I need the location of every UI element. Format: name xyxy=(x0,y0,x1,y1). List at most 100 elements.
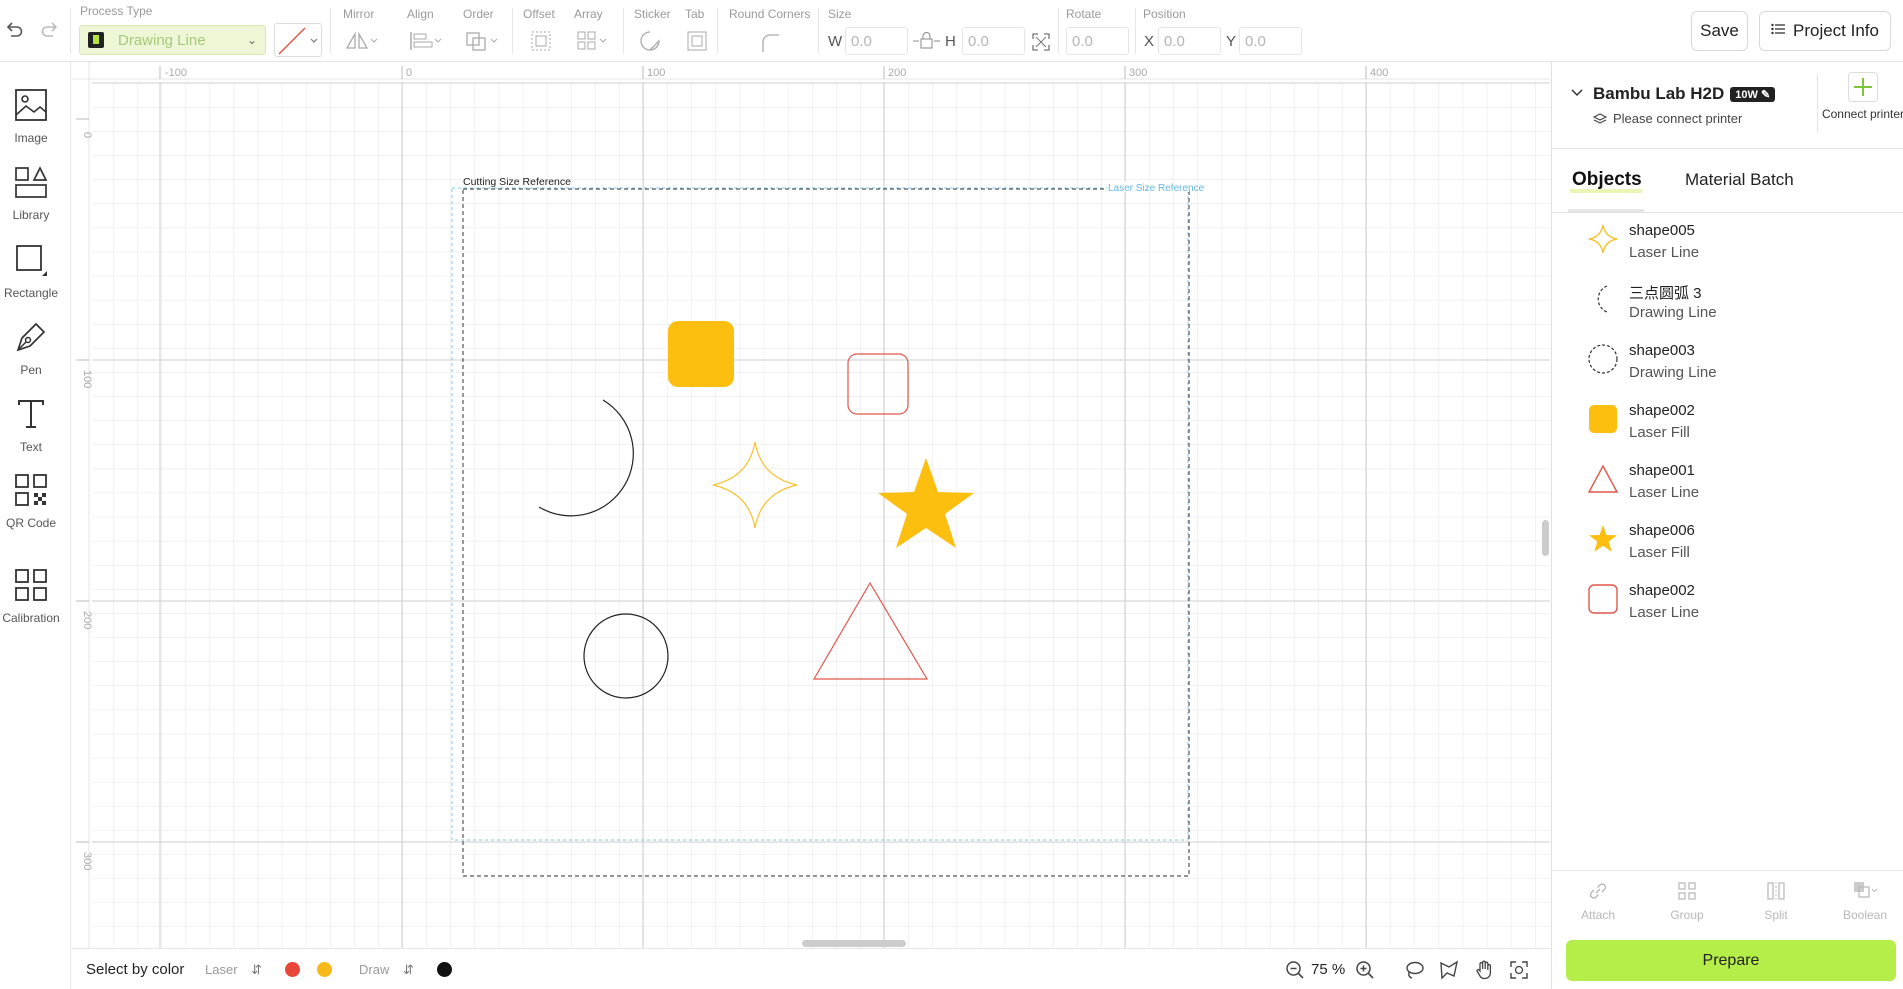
hand-pan-icon[interactable] xyxy=(1473,959,1495,981)
tool-pen-label: Pen xyxy=(20,363,42,377)
laser-filter-select[interactable]: Laser ⇵ xyxy=(205,962,262,978)
triangle-icon xyxy=(1587,463,1619,495)
separator xyxy=(512,8,513,54)
drawing-line-icon xyxy=(88,32,104,48)
polygon-select-icon[interactable] xyxy=(1438,959,1460,981)
zoom-in-icon[interactable] xyxy=(1354,959,1376,981)
list-item[interactable]: shape002 Laser Fill xyxy=(1552,393,1903,453)
laser-color-red[interactable] xyxy=(285,962,300,977)
mirror-label: Mirror xyxy=(343,7,375,21)
list-item[interactable]: shape001 Laser Line xyxy=(1552,453,1903,513)
attach-button[interactable]: Attach xyxy=(1563,880,1633,922)
split-button[interactable]: Split xyxy=(1741,880,1811,922)
list-item[interactable]: shape005 Laser Line xyxy=(1552,213,1903,273)
fit-view-icon[interactable] xyxy=(1508,959,1530,981)
right-panel: Bambu Lab H2D 10W ✎ Please connect print… xyxy=(1551,62,1903,989)
object-type: Drawing Line xyxy=(1629,364,1717,381)
ruler-top-tick: 400 xyxy=(1370,67,1388,79)
redo-icon[interactable] xyxy=(38,18,62,42)
printer-selector[interactable]: Bambu Lab H2D 10W ✎ xyxy=(1593,84,1776,104)
save-button-label: Save xyxy=(1700,21,1739,40)
printer-collapse-toggle[interactable] xyxy=(1570,86,1584,104)
ruler-top-tick: -100 xyxy=(165,67,187,79)
sticker-icon[interactable] xyxy=(637,29,663,53)
align-icon[interactable] xyxy=(407,29,443,53)
canvas-grid: -100 0 100 200 300 400 0 100 200 300 Cut… xyxy=(72,62,1550,948)
size-label: Size xyxy=(828,7,852,21)
width-field[interactable]: 0.0 xyxy=(845,27,908,55)
tool-library[interactable]: Library xyxy=(0,165,62,222)
tool-text[interactable]: Text xyxy=(0,397,62,454)
object-name: shape002 xyxy=(1629,582,1695,599)
tab-objects[interactable]: Objects xyxy=(1572,169,1642,191)
line-color-picker[interactable] xyxy=(274,23,322,57)
position-label: Position xyxy=(1143,7,1186,21)
app-window: Process Type Drawing Line ⌄ Mirror Align… xyxy=(0,0,1903,989)
shape002-filled-square[interactable] xyxy=(668,321,734,387)
printer-name: Bambu Lab H2D xyxy=(1593,84,1725,103)
tab-icon[interactable] xyxy=(684,29,710,53)
calibration-icon xyxy=(14,568,48,607)
filled-square-icon xyxy=(1587,403,1619,435)
tool-rectangle[interactable]: Rectangle xyxy=(0,243,62,300)
group-button[interactable]: Group xyxy=(1652,880,1722,922)
ruler-left-tick: 300 xyxy=(81,852,93,870)
separator xyxy=(330,8,331,54)
object-type: Drawing Line xyxy=(1629,304,1717,321)
horizontal-scrollbar[interactable] xyxy=(802,940,906,947)
order-label: Order xyxy=(463,7,494,21)
printer-status: Please connect printer xyxy=(1593,111,1742,126)
draw-filter-select[interactable]: Draw ⇵ xyxy=(359,962,414,978)
x-field[interactable]: 0.0 xyxy=(1158,27,1221,55)
design-canvas[interactable]: -100 0 100 200 300 400 0 100 200 300 Cut… xyxy=(72,62,1550,948)
list-item[interactable]: 三点圆弧 3 Drawing Line xyxy=(1552,273,1903,333)
prepare-button[interactable]: Prepare xyxy=(1566,940,1896,981)
object-type: Laser Fill xyxy=(1629,544,1690,561)
laser-color-yellow[interactable] xyxy=(317,962,332,977)
x-label: X xyxy=(1144,33,1155,50)
y-field[interactable]: 0.0 xyxy=(1239,27,1302,55)
tab-material-batch[interactable]: Material Batch xyxy=(1685,170,1794,190)
zoom-level: 75 % xyxy=(1311,961,1346,978)
process-type-select[interactable]: Drawing Line ⌄ xyxy=(79,25,266,55)
printer-power-badge: 10W ✎ xyxy=(1730,86,1776,102)
array-icon[interactable] xyxy=(575,29,611,53)
ruler-left-tick: 0 xyxy=(81,132,93,138)
boolean-icon xyxy=(1854,882,1878,898)
boolean-label: Boolean xyxy=(1842,908,1888,922)
arc-icon xyxy=(1587,283,1619,315)
offset-icon[interactable] xyxy=(528,29,554,53)
tool-calibration[interactable]: Calibration xyxy=(0,568,62,625)
connect-printer-button[interactable]: Connect printer xyxy=(1818,68,1903,132)
tool-qr-code[interactable]: QR Code xyxy=(0,473,62,530)
fit-size-icon[interactable] xyxy=(1030,31,1052,53)
pen-icon xyxy=(14,320,48,359)
zoom-out-icon[interactable] xyxy=(1284,959,1306,981)
list-item[interactable]: shape002 Laser Line xyxy=(1552,573,1903,633)
lock-ratio-icon[interactable] xyxy=(912,31,942,51)
object-name: shape006 xyxy=(1629,522,1695,539)
tool-image[interactable]: Image xyxy=(0,88,62,145)
undo-icon[interactable] xyxy=(2,18,26,42)
round-corners-icon[interactable] xyxy=(757,31,783,55)
tool-library-label: Library xyxy=(12,208,50,222)
text-icon xyxy=(14,397,48,436)
height-field[interactable]: 0.0 xyxy=(962,27,1025,55)
project-info-button[interactable]: Project Info xyxy=(1759,11,1891,51)
cutting-size-reference-label: Cutting Size Reference xyxy=(463,176,571,188)
separator xyxy=(623,8,624,54)
save-button[interactable]: Save xyxy=(1691,11,1748,51)
vertical-scrollbar[interactable] xyxy=(1542,520,1549,556)
list-item[interactable]: shape006 Laser Fill xyxy=(1552,513,1903,573)
lasso-icon[interactable] xyxy=(1403,959,1425,981)
boolean-button[interactable]: Boolean xyxy=(1830,880,1900,922)
list-item[interactable]: shape003 Drawing Line xyxy=(1552,333,1903,393)
rounded-square-icon xyxy=(1587,583,1619,615)
mirror-icon[interactable] xyxy=(343,29,379,53)
order-icon[interactable] xyxy=(463,29,499,53)
tool-pen[interactable]: Pen xyxy=(0,320,62,377)
object-type: Laser Line xyxy=(1629,484,1700,501)
draw-color-black[interactable] xyxy=(437,962,452,977)
rotate-field[interactable]: 0.0 xyxy=(1066,27,1129,55)
sticker-label: Sticker xyxy=(634,7,671,21)
